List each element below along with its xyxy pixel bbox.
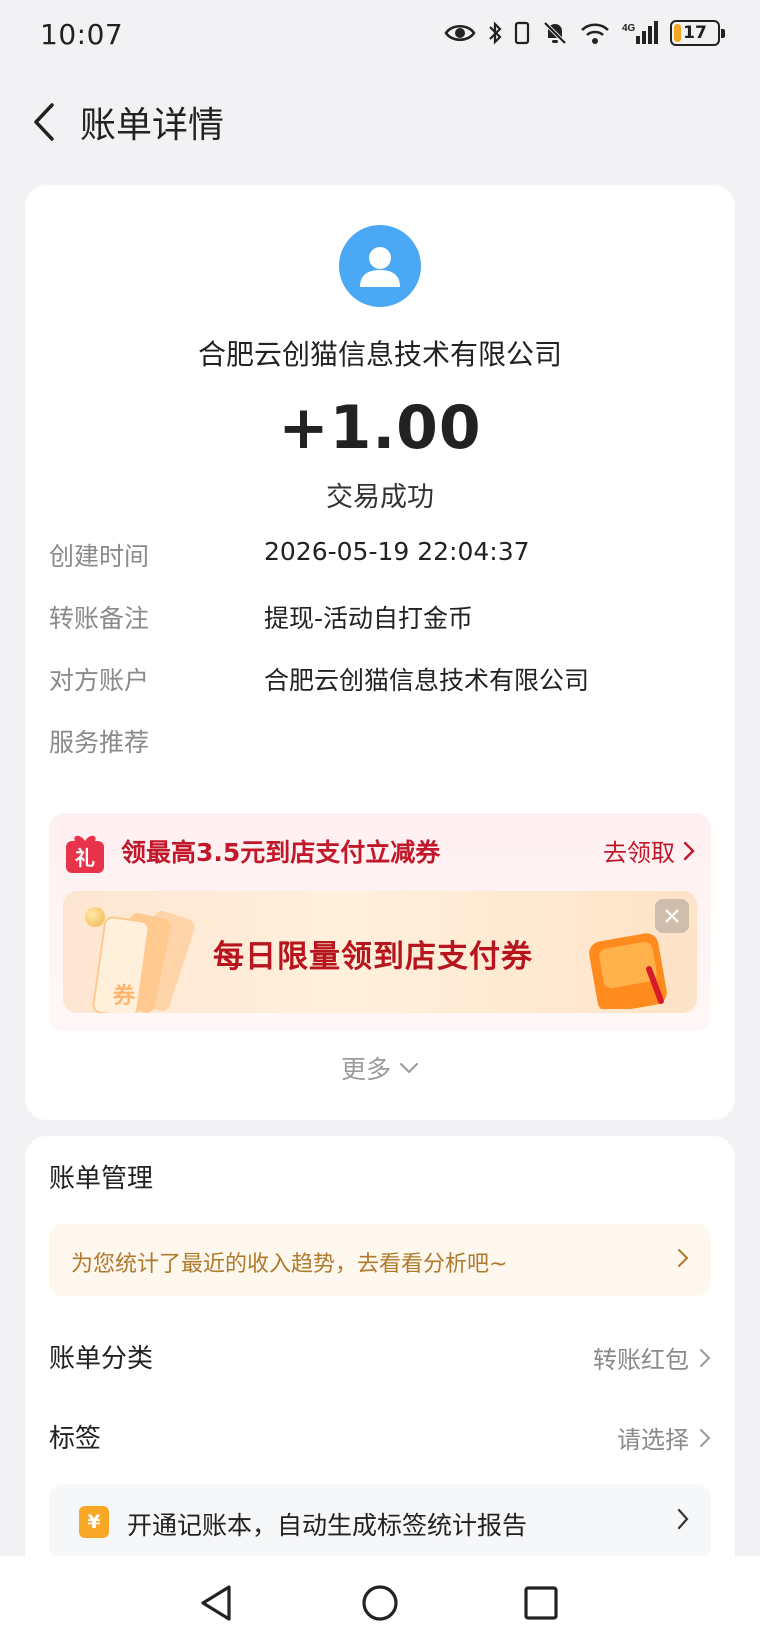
close-icon[interactable] <box>655 899 689 933</box>
detail-value: 提现-活动自打金币 <box>264 604 474 633</box>
detail-label: 对方账户 <box>49 666 150 695</box>
tag-value: 请选择 <box>617 1420 711 1455</box>
mute-bell-icon <box>542 20 568 46</box>
vibrate-icon <box>514 20 530 46</box>
detail-row-service-recommend: 服务推荐 <box>49 723 709 763</box>
tag-row[interactable]: 标签 请选择 <box>49 1418 711 1462</box>
chevron-right-icon <box>700 1428 711 1447</box>
detail-row-remark: 转账备注 提现-活动自打金币 <box>49 599 709 639</box>
detail-value: 2026-05-19 22:04:37 <box>264 537 530 566</box>
nav-back-icon[interactable] <box>190 1576 244 1630</box>
ledger-promo-row[interactable]: ¥ 开通记账本，自动生成标签统计报告 <box>49 1484 711 1560</box>
promo-claim-link[interactable]: 去领取 <box>603 833 695 868</box>
transaction-card: 合肥云创猫信息技术有限公司 +1.00 交易成功 创建时间 2026-05-19… <box>25 185 735 1120</box>
user-avatar-icon <box>339 225 421 307</box>
bluetooth-icon <box>488 20 502 46</box>
detail-label: 创建时间 <box>49 542 150 571</box>
signal-icon: 4G <box>622 20 658 46</box>
coupon-tickets-icon: 券 <box>83 909 203 1013</box>
screen: 10:07 4G 17 账单详情 合肥云创猫信息技术有限公司 +1.00 交易成… <box>0 0 760 1646</box>
back-arrow-icon <box>34 103 54 141</box>
category-value: 转账红包 <box>593 1340 711 1375</box>
chevron-down-icon <box>400 1063 418 1074</box>
chevron-right-icon <box>700 1348 711 1367</box>
detail-row-counterparty-account: 对方账户 合肥云创猫信息技术有限公司 <box>49 661 709 701</box>
promo-banner-text: 每日限量领到店支付券 <box>213 939 533 975</box>
eye-icon <box>444 22 476 44</box>
tag-label: 标签 <box>49 1424 102 1454</box>
detail-label: 转账备注 <box>49 604 150 633</box>
detail-value: 合肥云创猫信息技术有限公司 <box>264 666 590 695</box>
chevron-right-icon <box>683 841 695 860</box>
section-title: 账单管理 <box>49 1164 154 1194</box>
counterparty-name: 合肥云创猫信息技术有限公司 <box>197 338 562 371</box>
category-value-text: 转账红包 <box>593 1346 689 1374</box>
battery-fill <box>674 24 681 42</box>
status-bar: 10:07 4G 17 <box>0 0 760 74</box>
header: 账单详情 <box>0 82 760 162</box>
svg-text:券: 券 <box>112 983 136 1009</box>
more-button[interactable]: 更多 <box>25 1050 735 1086</box>
chevron-right-icon <box>678 1249 689 1267</box>
transaction-amount: +1.00 <box>278 393 482 463</box>
analysis-tip-text: 为您统计了最近的收入趋势，去看看分析吧~ <box>71 1252 508 1277</box>
promo-title: 领最高3.5元到店支付立减券 <box>121 838 441 867</box>
detail-row-created-time: 创建时间 2026-05-19 22:04:37 <box>49 537 709 577</box>
ledger-tip-text: 开通记账本，自动生成标签统计报告 <box>127 1511 528 1540</box>
ledger-yuan-icon: ¥ <box>79 1506 109 1538</box>
system-nav-bar <box>0 1556 760 1646</box>
promo-claim-label: 去领取 <box>603 839 675 867</box>
nav-recents-icon[interactable] <box>514 1576 568 1630</box>
svg-text:礼: 礼 <box>75 846 95 870</box>
network-label: 4G <box>622 23 636 34</box>
wifi-icon <box>580 21 610 45</box>
income-analysis-tip[interactable]: 为您统计了最近的收入趋势，去看看分析吧~ <box>49 1224 711 1296</box>
tag-value-text: 请选择 <box>617 1426 689 1454</box>
nav-home-icon[interactable] <box>353 1576 407 1630</box>
status-time: 10:07 <box>40 18 124 51</box>
battery-level: 17 <box>683 23 707 43</box>
page-title: 账单详情 <box>80 105 225 146</box>
status-icons: 4G 17 <box>444 20 725 46</box>
detail-label: 服务推荐 <box>49 728 150 757</box>
chevron-right-icon <box>677 1508 689 1530</box>
category-label: 账单分类 <box>49 1344 154 1374</box>
promo-card[interactable]: 礼 领最高3.5元到店支付立减券 去领取 券 每日限量领到店支付券 <box>49 813 711 1031</box>
back-button[interactable] <box>22 100 66 144</box>
transaction-status: 交易成功 <box>326 482 434 513</box>
promo-banner[interactable]: 券 每日限量领到店支付券 <box>63 891 697 1013</box>
more-label: 更多 <box>340 1055 391 1084</box>
gift-icon: 礼 <box>63 831 107 875</box>
battery-icon: 17 <box>670 20 725 46</box>
bill-category-row[interactable]: 账单分类 转账红包 <box>49 1338 711 1382</box>
